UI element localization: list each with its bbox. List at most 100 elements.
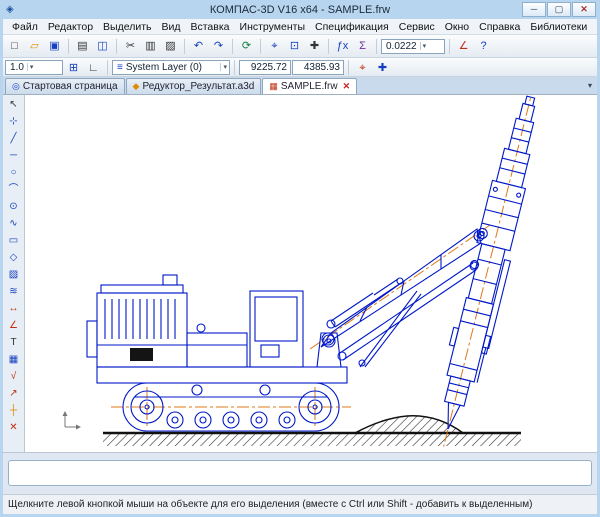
new-document-icon: □ (11, 40, 18, 52)
undo-icon: ↶ (194, 40, 203, 52)
point-tool-button[interactable]: ⊹ (5, 114, 23, 130)
close-button[interactable]: ✕ (572, 2, 596, 17)
cut-button[interactable]: ✂ (121, 37, 140, 55)
aux-line-tool-icon: ╱ (10, 133, 16, 144)
toolbar-separator (232, 39, 233, 54)
cursor-tool-icon: ↖ (9, 99, 17, 110)
circle-tool-button[interactable]: ○ (5, 165, 23, 181)
tab-sample-frw[interactable]: ▦ SAMPLE.frw ✕ (262, 78, 357, 94)
spline-tool-button[interactable]: ∿ (5, 216, 23, 232)
undo-button[interactable]: ↶ (189, 37, 208, 55)
assembly-doc-icon: ◆ (133, 81, 140, 92)
menu-item-file[interactable]: Файл (7, 21, 43, 33)
menu-item-libraries[interactable]: Библиотеки (525, 21, 592, 33)
linear-dimension-tool-button[interactable]: ↔ (5, 301, 23, 317)
tab-overflow-button[interactable]: ▾ (588, 81, 592, 90)
arc-tool-button[interactable]: ⌒ (5, 182, 23, 198)
point-tool-icon: ⊹ (9, 116, 17, 127)
roughness-tool-button[interactable]: √ (5, 369, 23, 385)
menu-item-view[interactable]: Вид (156, 21, 185, 33)
text-tool-icon: T (10, 337, 16, 348)
view-toolbar: 1.0 ▾ ⊞ ∟ ≡ System Layer (0) ▾ 9225.72 4… (3, 58, 597, 77)
new-document-button[interactable]: □ (5, 37, 24, 55)
preview-button[interactable]: ◫ (93, 37, 112, 55)
redo-button[interactable]: ↷ (209, 37, 228, 55)
sum-icon: Σ (359, 40, 366, 52)
origin-axes-icon (63, 411, 82, 430)
tab-start-page[interactable]: ◎ Стартовая страница (5, 78, 125, 94)
preview-icon: ◫ (97, 40, 107, 52)
compact-tool-panel: ↖ ⊹ ╱ ─ ○ ⌒ ⊙ ∿ ▭ ◇ ▨ ≋ ↔ ∠ T ▦ √ ↗ ┼ ✕ (3, 94, 25, 452)
help-button[interactable]: ? (474, 37, 493, 55)
toolbar-separator (328, 39, 329, 54)
axis-tool-button[interactable]: ┼ (5, 403, 23, 419)
menu-item-service[interactable]: Сервис (394, 21, 440, 33)
pan-icon: ✚ (310, 40, 319, 52)
angle-measure-button[interactable]: ∠ (454, 37, 473, 55)
menu-item-help[interactable]: Справка (474, 21, 525, 33)
minimize-button[interactable]: ─ (522, 2, 546, 17)
layer-combo[interactable]: ≡ System Layer (0) ▾ (112, 60, 230, 75)
paste-button[interactable]: ▨ (161, 37, 180, 55)
zoom-area-icon: ⌖ (271, 40, 277, 52)
drawing-canvas[interactable] (25, 94, 597, 452)
save-button[interactable]: ▣ (45, 37, 64, 55)
fragment-doc-icon: ▦ (269, 81, 278, 92)
zoom-area-button[interactable]: ⌖ (265, 37, 284, 55)
step-value-combo[interactable]: 0.0222 ▾ (381, 39, 445, 54)
ellipse-tool-button[interactable]: ⊙ (5, 199, 23, 215)
menu-bar: Файл Редактор Выделить Вид Вставка Инстр… (3, 19, 597, 35)
line-tool-icon: ─ (10, 150, 17, 161)
trim-tool-button[interactable]: ✕ (5, 420, 23, 436)
menu-item-tools[interactable]: Инструменты (235, 21, 310, 33)
snap-button[interactable]: ⌖ (353, 60, 372, 75)
zoom-all-button[interactable]: ⊡ (285, 37, 304, 55)
leader-tool-button[interactable]: ↗ (5, 386, 23, 402)
rectangle-tool-button[interactable]: ▭ (5, 233, 23, 249)
fx-button[interactable]: ƒx (333, 37, 352, 55)
tab-reduktor-a3d[interactable]: ◆ Редуктор_Результат.a3d (126, 78, 262, 94)
angle-dimension-tool-icon: ∠ (9, 320, 18, 331)
open-button[interactable]: ▱ (25, 37, 44, 55)
menu-item-window[interactable]: Окно (440, 21, 474, 33)
print-button[interactable]: ▤ (73, 37, 92, 55)
property-bar-input[interactable] (8, 460, 592, 486)
menu-item-select[interactable]: Выделить (98, 21, 156, 33)
menu-item-insert[interactable]: Вставка (185, 21, 234, 33)
status-message: Щелкните левой кнопкой мыши на объекте д… (8, 499, 532, 510)
redo-icon: ↷ (214, 40, 223, 52)
angle-dimension-tool-button[interactable]: ∠ (5, 318, 23, 334)
axis-tool-icon: ┼ (10, 405, 17, 416)
status-bar: Щелкните левой кнопкой мыши на объекте д… (3, 494, 597, 514)
polygon-tool-button[interactable]: ◇ (5, 250, 23, 266)
minimize-icon: ─ (531, 4, 537, 14)
toolbar-separator (376, 39, 377, 54)
copy-button[interactable]: ▥ (141, 37, 160, 55)
table-tool-button[interactable]: ▦ (5, 352, 23, 368)
cursor-y-field[interactable]: 4385.93 (292, 60, 344, 75)
line-tool-button[interactable]: ─ (5, 148, 23, 164)
cursor-x-field[interactable]: 9225.72 (239, 60, 291, 75)
grid-icon: ⊞ (69, 62, 78, 74)
zoom-combo[interactable]: 1.0 ▾ (5, 60, 63, 75)
pan-button[interactable]: ✚ (305, 37, 324, 55)
aux-line-tool-button[interactable]: ╱ (5, 131, 23, 147)
arc-tool-icon: ⌒ (9, 184, 19, 195)
text-tool-button[interactable]: T (5, 335, 23, 351)
hatch-tool-button[interactable]: ▨ (5, 267, 23, 283)
drill-rig-drawing (25, 95, 597, 452)
window-title: КОМПАС-3D V16 x64 - SAMPLE.frw (0, 4, 600, 16)
ortho-toggle-button[interactable]: ∟ (84, 60, 103, 75)
cursor-tool-button[interactable]: ↖ (5, 97, 23, 113)
menu-item-specification[interactable]: Спецификация (310, 21, 394, 33)
maximize-button[interactable]: ▢ (547, 2, 571, 17)
grid-toggle-button[interactable]: ⊞ (64, 60, 83, 75)
equidistant-tool-button[interactable]: ≋ (5, 284, 23, 300)
save-icon: ▣ (49, 40, 59, 52)
tab-close-icon[interactable]: ✕ (343, 81, 351, 92)
toolbar-separator (449, 39, 450, 54)
menu-item-edit[interactable]: Редактор (43, 21, 98, 33)
sum-button[interactable]: Σ (353, 37, 372, 55)
cursor-cross-button[interactable]: ✚ (373, 60, 392, 75)
refresh-button[interactable]: ⟳ (237, 37, 256, 55)
